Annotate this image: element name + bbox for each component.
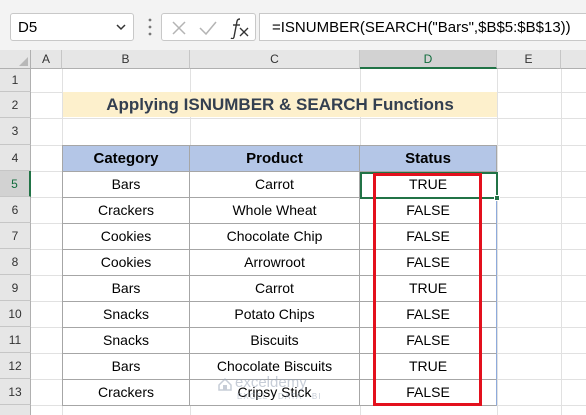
row-header-2[interactable]: 2 [0,92,31,118]
cell-b10[interactable]: Snacks [62,302,190,328]
cell-c9[interactable]: Carrot [190,276,360,302]
row-header-7[interactable]: 7 [0,223,31,249]
formula-text: =ISNUMBER(SEARCH("Bars",$B$5:$B$13)) [272,19,571,36]
fill-handle[interactable] [494,195,500,201]
formula-toolbar: D5 =ISNUMBER(SEARCH("Bars",$B$5:$B$13)) [0,0,586,50]
cell-b13[interactable]: Crackers [62,380,190,406]
column-header-d[interactable]: D [360,50,497,69]
cell-b6[interactable]: Crackers [62,198,190,224]
formula-input[interactable]: =ISNUMBER(SEARCH("Bars",$B$5:$B$13)) [259,13,586,41]
chevron-down-icon[interactable] [114,20,128,34]
row-header-5[interactable]: 5 [0,171,31,197]
sheet-title[interactable]: Applying ISNUMBER & SEARCH Functions [63,92,497,117]
name-box[interactable]: D5 [10,13,134,41]
cell-b9[interactable]: Bars [62,276,190,302]
select-all-corner[interactable] [0,50,31,69]
watermark-name: exceldemy [235,374,307,391]
more-options-icon[interactable] [147,16,153,38]
spreadsheet-grid[interactable]: A B C D E 1 2 3 4 5 6 7 8 9 10 11 12 13 … [0,50,586,415]
row-header-14[interactable] [0,405,31,415]
header-status[interactable]: Status [360,145,497,172]
cell-c10[interactable]: Potato Chips [190,302,360,328]
cancel-icon[interactable] [170,19,188,37]
formula-action-buttons [161,13,256,41]
name-box-value: D5 [18,19,38,36]
cell-c5[interactable]: Carrot [190,172,360,198]
cell-b8[interactable]: Cookies [62,250,190,276]
insert-function-icon[interactable] [228,17,250,39]
cell-c6[interactable]: Whole Wheat [190,198,360,224]
cell-b7[interactable]: Cookies [62,224,190,250]
column-header-e[interactable]: E [497,50,561,69]
enter-check-icon[interactable] [198,19,218,37]
cell-b11[interactable]: Snacks [62,328,190,354]
exceldemy-logo-icon [218,377,232,391]
row-header-1[interactable]: 1 [0,69,31,92]
red-highlight-box [373,173,482,406]
column-header-f[interactable] [561,50,586,69]
header-category[interactable]: Category [62,145,190,172]
row-header-11[interactable]: 11 [0,327,31,353]
row-header-12[interactable]: 12 [0,353,31,379]
column-header-b[interactable]: B [62,50,190,69]
row-header-10[interactable]: 10 [0,301,31,327]
row-header-8[interactable]: 8 [0,249,31,275]
watermark-tagline: EXCEL · DATA · BI [237,392,322,401]
cell-c7[interactable]: Chocolate Chip [190,224,360,250]
watermark: exceldemy EXCEL · DATA · BI [215,370,365,410]
column-header-a[interactable]: A [31,50,62,69]
cell-c11[interactable]: Biscuits [190,328,360,354]
header-product[interactable]: Product [190,145,360,172]
row-header-4[interactable]: 4 [0,145,31,171]
row-header-9[interactable]: 9 [0,275,31,301]
row-header-6[interactable]: 6 [0,197,31,223]
cell-b5[interactable]: Bars [62,172,190,198]
cell-c8[interactable]: Arrowroot [190,250,360,276]
cell-b12[interactable]: Bars [62,354,190,380]
row-header-3[interactable]: 3 [0,118,31,145]
row-header-13[interactable]: 13 [0,379,31,405]
column-header-c[interactable]: C [190,50,360,69]
